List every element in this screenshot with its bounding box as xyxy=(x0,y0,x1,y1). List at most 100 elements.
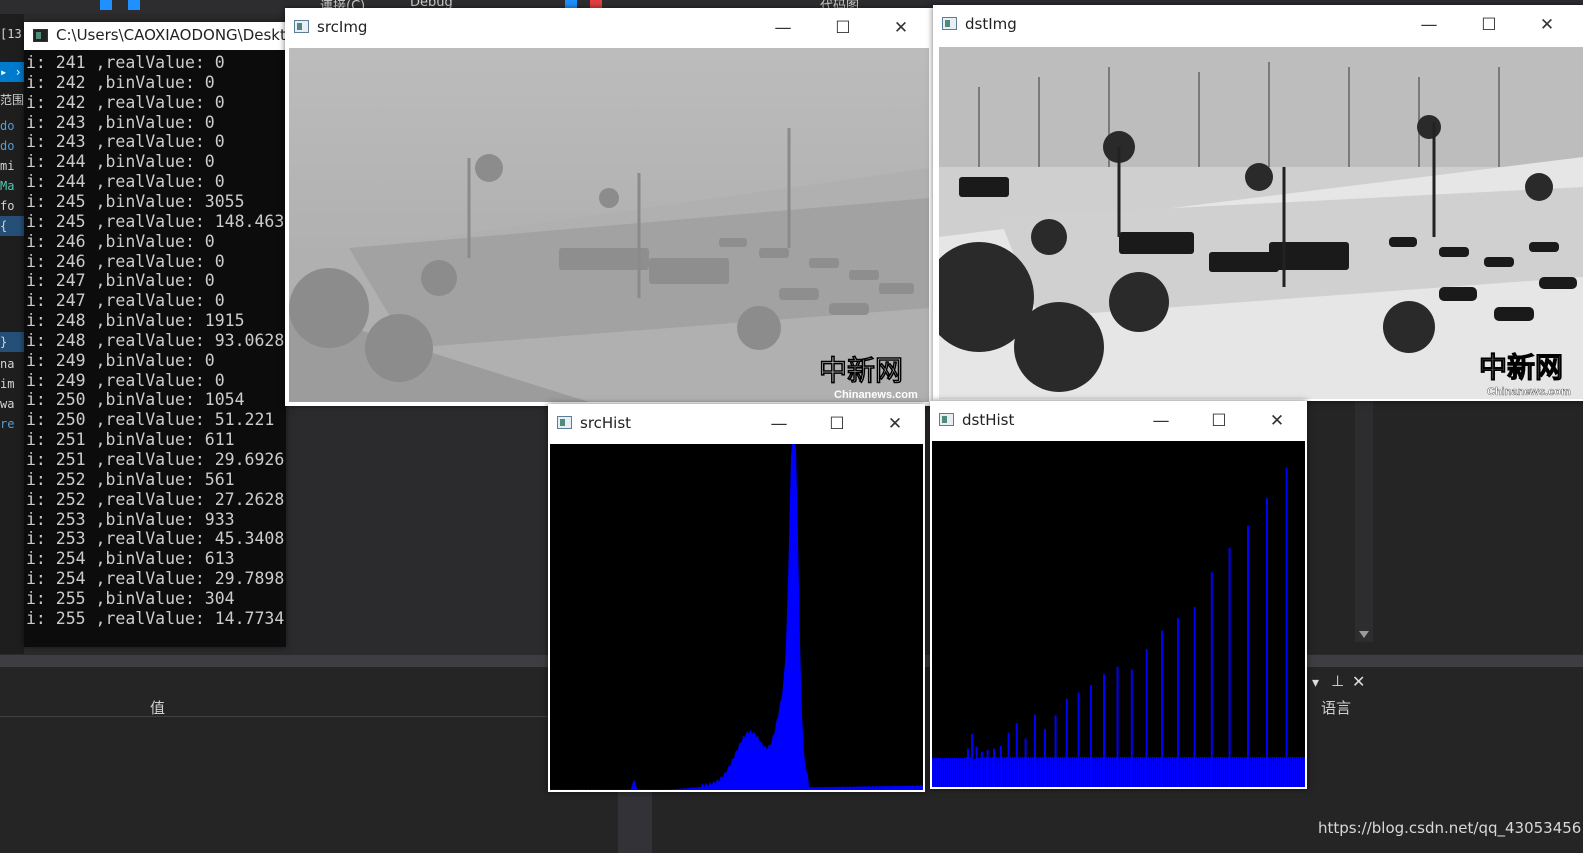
histogram-bar xyxy=(1096,757,1098,787)
histogram-bar xyxy=(948,758,950,787)
histogram-bar xyxy=(1120,757,1122,787)
pin-icon[interactable]: ⊥ xyxy=(1331,672,1344,690)
histogram-bar xyxy=(942,758,944,787)
histogram-bar xyxy=(1128,757,1130,787)
save-icon[interactable] xyxy=(100,0,112,10)
close-button[interactable]: ✕ xyxy=(879,14,923,42)
histogram-bar xyxy=(975,746,978,787)
histogram-bar xyxy=(1304,757,1306,787)
maximize-button[interactable]: ☐ xyxy=(1197,407,1241,435)
histogram-bar xyxy=(1150,757,1152,787)
save-all-icon[interactable] xyxy=(128,0,140,10)
histogram-bar xyxy=(1278,757,1280,787)
window-app-icon xyxy=(942,17,957,30)
histogram-bar xyxy=(1274,757,1276,787)
dropdown-icon[interactable]: ▾ xyxy=(1312,675,1319,691)
maximize-button[interactable]: ☐ xyxy=(821,14,865,42)
column-header-language[interactable]: 语言 xyxy=(1321,697,1351,718)
histogram-bar xyxy=(964,757,966,787)
histogram-bar xyxy=(1020,757,1022,787)
srcimg-titlebar[interactable]: srcImg — ☐ ✕ xyxy=(285,8,933,48)
window-app-icon xyxy=(939,413,954,426)
histogram-bar xyxy=(1276,757,1278,787)
console-output: i: 241 ,realValue: 0 i: 242 ,binValue: 0i… xyxy=(24,52,286,647)
histogram-bar xyxy=(1086,757,1088,787)
close-button[interactable]: ✕ xyxy=(1525,11,1569,39)
histogram-bar xyxy=(1106,757,1108,787)
console-titlebar[interactable]: C:\Users\CAOXIAODONG\Deskt xyxy=(24,22,286,50)
console-line: i: 244 ,realValue: 0 xyxy=(26,172,225,192)
histogram-bar xyxy=(1158,757,1160,787)
close-button[interactable]: ✕ xyxy=(1255,407,1299,435)
code-line: 范围) xyxy=(0,93,24,107)
console-line: i: 246 ,binValue: 0 xyxy=(26,231,215,251)
histogram-bar xyxy=(971,734,973,787)
histogram-bar xyxy=(1210,572,1213,787)
scroll-down-arrow-icon[interactable] xyxy=(1359,631,1369,638)
srchist-titlebar[interactable]: srcHist — ☐ ✕ xyxy=(548,404,925,444)
maximize-button[interactable]: ☐ xyxy=(815,410,859,438)
histogram-bar xyxy=(986,749,989,787)
histogram-bar xyxy=(1262,757,1264,787)
histogram-bar xyxy=(962,758,964,787)
minimize-button[interactable]: — xyxy=(757,410,801,438)
code-line: ▸ › xyxy=(0,62,24,82)
dst-histogram xyxy=(932,441,1306,787)
histogram-bar xyxy=(1090,685,1092,787)
divider xyxy=(0,716,630,717)
histogram-bar xyxy=(1196,757,1198,787)
histogram-bar xyxy=(1284,757,1286,787)
histogram-bar xyxy=(1280,757,1282,787)
histogram-bar xyxy=(1114,757,1116,787)
histogram-bar xyxy=(1038,757,1040,787)
histogram-bar xyxy=(1172,757,1174,787)
histogram-bar xyxy=(1070,757,1072,787)
column-header-value[interactable]: 值 xyxy=(150,697,165,718)
close-button[interactable]: ✕ xyxy=(873,410,917,438)
console-line: i: 247 ,binValue: 0 xyxy=(26,271,215,291)
console-line: i: 250 ,realValue: 51.221 xyxy=(26,410,275,430)
close-icon[interactable]: ✕ xyxy=(1352,672,1365,691)
console-line: i: 248 ,realValue: 93.0628 xyxy=(26,330,285,350)
minimize-button[interactable]: — xyxy=(1407,11,1451,39)
console-line: i: 249 ,binValue: 0 xyxy=(26,350,215,370)
code-line: Ma xyxy=(0,179,15,193)
histogram-bar xyxy=(1240,757,1242,787)
dstimg-titlebar[interactable]: dstImg — ☐ ✕ xyxy=(933,5,1583,45)
console-line: i: 255 ,binValue: 304 xyxy=(26,588,235,608)
maximize-button[interactable]: ☐ xyxy=(1467,11,1511,39)
histogram-bar xyxy=(1092,757,1094,787)
histogram-bar xyxy=(1060,757,1062,787)
console-window: C:\Users\CAOXIAODONG\Deskt i: 241 ,realV… xyxy=(24,22,286,647)
histogram-bar xyxy=(1270,757,1272,787)
histogram-bar xyxy=(1256,757,1258,787)
dsthist-titlebar[interactable]: dstHist — ☐ ✕ xyxy=(930,401,1307,441)
histogram-bar xyxy=(1226,757,1228,787)
minimize-button[interactable]: — xyxy=(761,14,805,42)
histogram-bar xyxy=(1116,666,1119,787)
histogram-bar xyxy=(1266,498,1268,787)
histogram-bar xyxy=(1190,757,1192,787)
histogram-bar xyxy=(1088,757,1090,787)
code-line: wa xyxy=(0,397,15,411)
console-line: i: 245 ,realValue: 148.463 xyxy=(26,211,285,231)
code-line: } xyxy=(0,332,24,352)
histogram-bar xyxy=(952,758,954,787)
histogram-bar xyxy=(1252,757,1254,787)
watermark-sub-text: Chinanews.com xyxy=(1487,386,1571,398)
console-line: i: 244 ,binValue: 0 xyxy=(26,152,215,172)
histogram-bar xyxy=(1072,757,1074,787)
histogram-bar xyxy=(1103,674,1105,787)
console-line: i: 243 ,binValue: 0 xyxy=(26,112,215,132)
histogram-bar xyxy=(967,748,969,787)
minimize-button[interactable]: — xyxy=(1139,407,1183,435)
code-line: mi xyxy=(0,159,15,173)
histogram-bar xyxy=(1188,757,1190,787)
histogram-bar xyxy=(1136,757,1138,787)
histogram-bar xyxy=(1124,757,1126,787)
histogram-bar xyxy=(1184,757,1186,787)
histogram-bar xyxy=(1170,757,1172,787)
console-line: i: 245 ,binValue: 3055 xyxy=(26,191,245,211)
histogram-bar xyxy=(1010,757,1012,787)
histogram-bar xyxy=(1177,618,1179,787)
